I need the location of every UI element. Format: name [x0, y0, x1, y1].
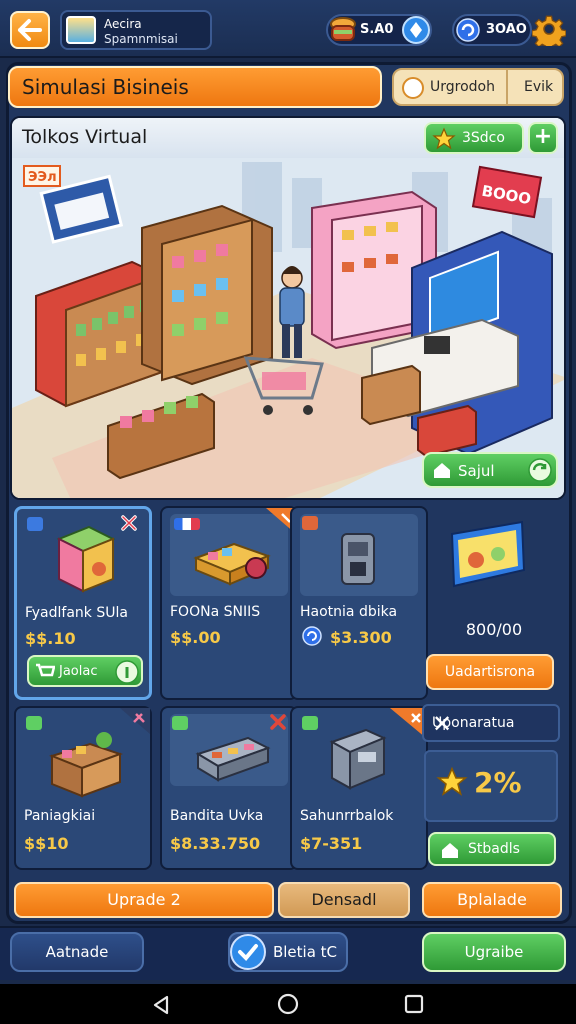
item-card[interactable]: Paniagkiai $$10: [14, 706, 152, 870]
avatar: [66, 16, 96, 44]
green-action-button[interactable]: Stbadls: [428, 832, 556, 866]
tag-icon: [26, 716, 42, 730]
profile-name: Aecira: [104, 17, 142, 31]
info-icon: [115, 660, 139, 684]
currency-counter-2: 3OAO: [452, 14, 532, 46]
ribbon-icon: [390, 708, 426, 738]
star-icon: [436, 766, 468, 796]
recents-nav-icon[interactable]: [404, 994, 424, 1014]
advertise-button[interactable]: Uadartisrona: [426, 654, 554, 690]
tag-icon: [302, 516, 318, 530]
item-card[interactable]: FOONa SNIIS $$.00: [160, 506, 298, 700]
rating-badge[interactable]: 3Sdco: [424, 122, 524, 154]
gear-icon[interactable]: [532, 12, 566, 46]
display-cooler-icon: [195, 736, 271, 782]
coin-icon: [402, 77, 424, 99]
profile-card[interactable]: Aecira Spamnmisai: [60, 10, 212, 50]
billboard-icon: [450, 520, 526, 588]
bplalade-button[interactable]: Bplalade: [422, 882, 562, 918]
item-name: Bandita Uvka: [170, 808, 264, 824]
home-nav-icon[interactable]: [277, 993, 299, 1015]
arrow-left-icon: [18, 19, 42, 41]
gem-icon: [402, 16, 430, 44]
item-price: $$10: [24, 834, 69, 853]
item-name: Paniagkiai: [24, 808, 96, 824]
currency-counter-1: S.A0: [326, 14, 432, 46]
produce-crate-icon: [49, 732, 124, 798]
currency-2-value: 3OAO: [486, 22, 527, 37]
shop-sign-label: ЭЭл: [28, 170, 57, 185]
item-price: $8.33.750: [170, 834, 261, 853]
product-tray-icon: [193, 542, 271, 586]
item-price: $$.10: [25, 629, 76, 648]
item-name: Sahunrrbalok: [300, 808, 394, 824]
home-icon: [434, 463, 450, 478]
boost-percent: 2%: [474, 766, 522, 799]
item-card[interactable]: Bandita Uvka $8.33.750: [160, 706, 298, 870]
food-bowl-icon: [330, 17, 356, 41]
back-nav-icon[interactable]: [150, 994, 172, 1016]
item-price: $7-351: [300, 834, 363, 853]
densadl-button[interactable]: Densadl: [278, 882, 410, 918]
footer-center-label: Bletia tC: [272, 943, 338, 961]
store-scene: Tolkos Virtual 3Sdco + ЭЭл BOOO Sajul: [10, 116, 566, 500]
footer-left-button[interactable]: Aatnade: [10, 932, 144, 972]
cart-icon: [36, 663, 55, 677]
evik-tab[interactable]: Evik: [524, 79, 553, 95]
upgrade-panel: Uponaratua ✕: [422, 704, 560, 742]
scene-title: Tolkos Virtual: [22, 126, 148, 148]
reward-value: 800/00: [465, 620, 523, 639]
coffee-machine-icon: [341, 533, 375, 585]
home-icon: [442, 843, 458, 858]
upgrade-button[interactable]: Uprade 2: [14, 882, 274, 918]
store-illustration: ЭЭл BOOO: [12, 158, 564, 498]
system-nav-bar: [0, 984, 576, 1024]
swirl-icon: [456, 18, 480, 42]
register-machine-icon: [329, 728, 387, 790]
tag-icon: [172, 716, 188, 730]
item-card[interactable]: Sahunrrbalok $7-351: [290, 706, 428, 870]
rating-badge-label: 3Sdco: [462, 130, 505, 146]
scene-action-button[interactable]: Sajul: [422, 452, 558, 488]
profile-subtitle: Spamnmisai: [104, 32, 178, 46]
swirl-icon: [302, 626, 322, 646]
upgrade-tab-label: Urgrodoh: [430, 79, 495, 95]
item-card[interactable]: Haotnia dbika $3.300: [290, 506, 428, 700]
item-buy-button[interactable]: Jaolac: [27, 655, 143, 687]
footer-right-button[interactable]: Ugraibe: [422, 932, 566, 972]
scene-action-label: Sajul: [458, 462, 495, 480]
upgrade-tab[interactable]: Urgrodoh: [394, 70, 508, 104]
refresh-icon: [528, 458, 552, 482]
close-icon[interactable]: ✕: [432, 710, 550, 738]
add-button[interactable]: +: [528, 122, 558, 154]
item-price: $3.300: [330, 628, 392, 647]
page-title: Simulasi Bisineis: [8, 66, 382, 108]
star-icon: [432, 127, 456, 150]
green-action-label: Stbadls: [468, 841, 520, 857]
item-name: Haotnia dbika: [300, 604, 398, 620]
item-buy-label: Jaolac: [59, 664, 98, 679]
tag-icon: [302, 716, 318, 730]
currency-1-value: S.A0: [360, 22, 394, 37]
item-price: $$.00: [170, 628, 221, 647]
footer-center-button[interactable]: Bletia tC: [228, 932, 348, 972]
tag-icon: [27, 517, 43, 531]
product-box-icon: [56, 525, 116, 593]
item-name: Fyadlfank SUla: [25, 605, 128, 621]
item-name: FOONa SNIIS: [170, 604, 261, 620]
mode-toggle: Urgrodoh Evik: [392, 68, 564, 106]
boost-percent-panel: 2%: [424, 750, 558, 822]
item-card[interactable]: Fyadlfank SUla $$.10 Jaolac: [14, 506, 152, 700]
back-button[interactable]: [10, 11, 50, 49]
heart-badge-icon: [230, 934, 266, 970]
